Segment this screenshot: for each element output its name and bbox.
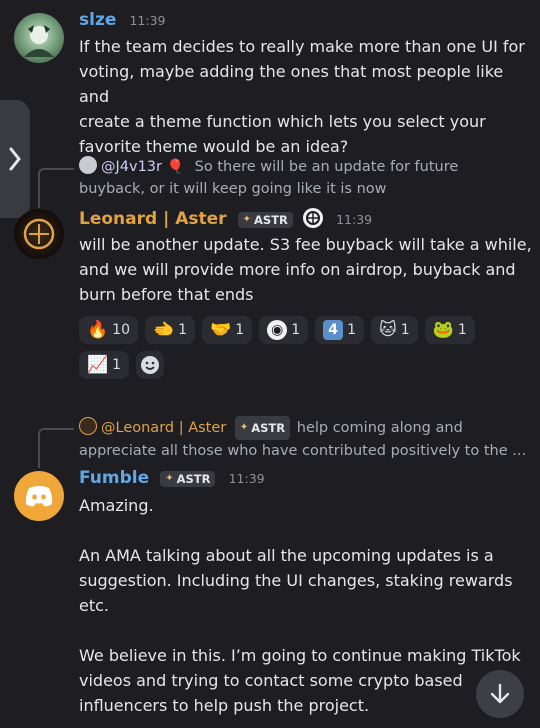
balloon-icon: 🎈 bbox=[166, 159, 185, 175]
message-body: will be another update. S3 fee buyback w… bbox=[79, 232, 534, 307]
reply-text: help coming along and bbox=[296, 420, 463, 436]
message-line: create a theme function which lets you s… bbox=[79, 112, 486, 131]
reply-text: appreciate all those who have contribute… bbox=[79, 443, 527, 459]
server-tag-label: ASTR bbox=[254, 212, 288, 227]
message-line: An AMA talking about all the upcoming up… bbox=[79, 546, 494, 565]
reaction-pepe[interactable]: 🐸 1 bbox=[424, 316, 475, 344]
stonks-emoji-icon: 📈 bbox=[87, 355, 109, 375]
message-line: We believe in this. I’m going to continu… bbox=[79, 646, 521, 665]
message-line: etc. bbox=[79, 596, 109, 615]
reaction-count: 1 bbox=[178, 322, 188, 338]
message-body: Amazing. An AMA talking about all the up… bbox=[79, 493, 534, 718]
server-tag[interactable]: ✦ ASTR bbox=[160, 470, 216, 487]
server-tag: ✦ ASTR bbox=[234, 416, 291, 440]
message-line: will be another update. S3 fee buyback w… bbox=[79, 235, 532, 254]
aster-badge-icon bbox=[303, 208, 323, 228]
reply-preview[interactable]: @J4v13r 🎈 So there will be an update for… bbox=[79, 156, 529, 200]
reaction-count: 1 bbox=[235, 322, 245, 338]
handshake-emoji-icon: 🤝 bbox=[210, 320, 232, 340]
timestamp: 11:39 bbox=[228, 471, 265, 486]
message-line: burn before that ends bbox=[79, 285, 254, 304]
reaction-count: 1 bbox=[112, 357, 122, 373]
reaction-keycap-four[interactable]: 41 bbox=[315, 316, 365, 344]
reaction-count: 1 bbox=[291, 322, 301, 338]
cat-emoji-icon: 🐱 bbox=[379, 320, 397, 340]
add-reaction-button[interactable] bbox=[136, 351, 165, 379]
reaction-stonks[interactable]: 📈 1 bbox=[79, 351, 130, 379]
reaction-count: 1 bbox=[457, 322, 467, 338]
keycap-four-emoji-icon: 4 bbox=[323, 320, 344, 340]
timestamp: 11:39 bbox=[336, 212, 373, 227]
avatar[interactable] bbox=[14, 209, 64, 259]
fire-emoji-icon: 🔥 bbox=[87, 320, 109, 340]
message-line: influencers to help push the project. bbox=[79, 696, 370, 715]
server-tag-label: ASTR bbox=[176, 471, 211, 486]
pepe-emoji-icon: 🐸 bbox=[432, 320, 454, 340]
author-name[interactable]: Fumble bbox=[79, 468, 149, 488]
message-line: and we will provide more info on airdrop… bbox=[79, 260, 516, 279]
message-line bbox=[79, 518, 534, 543]
reaction-aster-logo[interactable]: ◉ 1 bbox=[259, 316, 309, 344]
discord-logo-icon bbox=[25, 486, 53, 507]
pepe-point-emoji-icon: 🫲 bbox=[153, 320, 175, 340]
message-line: videos and trying to contact some crypto… bbox=[79, 671, 463, 690]
reply-text: buyback, or it will keep going like it i… bbox=[79, 181, 387, 197]
reaction-count: 10 bbox=[112, 322, 130, 338]
reply-spine bbox=[38, 168, 74, 208]
jump-to-present-button[interactable] bbox=[476, 670, 524, 718]
reaction-cat[interactable]: 🐱 1 bbox=[371, 316, 418, 344]
reaction-handshake[interactable]: 🤝 1 bbox=[202, 316, 253, 344]
aster-logo-icon bbox=[23, 218, 55, 250]
diamond-icon: ✦ bbox=[165, 473, 174, 484]
reply-preview[interactable]: @Leonard | Aster ✦ ASTR help coming along… bbox=[79, 416, 534, 462]
message-line: voting, maybe adding the ones that most … bbox=[79, 62, 504, 106]
server-tag-label: ASTR bbox=[251, 421, 286, 435]
message-line: Amazing. bbox=[79, 496, 154, 515]
reaction-count: 1 bbox=[400, 322, 410, 338]
reaction-fire[interactable]: 🔥 10 bbox=[79, 316, 138, 344]
diamond-icon: ✦ bbox=[242, 214, 252, 225]
server-tag[interactable]: ✦ ASTR bbox=[237, 211, 293, 228]
message-line: suggestion. Including the UI changes, st… bbox=[79, 571, 513, 590]
arrow-down-icon bbox=[490, 683, 510, 704]
message-body: If the team decides to really make more … bbox=[79, 34, 529, 159]
avatar-art-icon bbox=[24, 25, 54, 57]
reaction-pepe-point[interactable]: 🫲 1 bbox=[145, 316, 196, 344]
sidebar-toggle-tab[interactable] bbox=[0, 100, 30, 218]
reply-spine bbox=[38, 428, 74, 468]
reply-author[interactable]: @J4v13r bbox=[101, 159, 162, 175]
chevron-right-icon bbox=[9, 147, 21, 171]
aster-logo-emoji-icon: ◉ bbox=[267, 320, 288, 340]
avatar bbox=[79, 156, 97, 174]
avatar bbox=[79, 417, 97, 435]
message-line: If the team decides to really make more … bbox=[79, 37, 525, 56]
avatar[interactable] bbox=[14, 13, 64, 63]
reaction-bar: 🔥 10 🫲 1 🤝 1 ◉ 1 41 🐱 1 🐸 1 📈 1 bbox=[79, 316, 519, 379]
reaction-count: 1 bbox=[347, 322, 357, 338]
author-name[interactable]: Leonard | Aster bbox=[79, 209, 227, 229]
reply-text: So there will be an update for future bbox=[194, 159, 459, 175]
avatar[interactable] bbox=[14, 471, 64, 521]
reply-author[interactable]: @Leonard | Aster bbox=[101, 420, 226, 436]
author-name[interactable]: slze bbox=[79, 10, 116, 30]
diamond-icon: ✦ bbox=[239, 422, 249, 433]
smiley-icon bbox=[141, 356, 160, 374]
message-line bbox=[79, 618, 534, 643]
timestamp: 11:39 bbox=[129, 13, 166, 28]
